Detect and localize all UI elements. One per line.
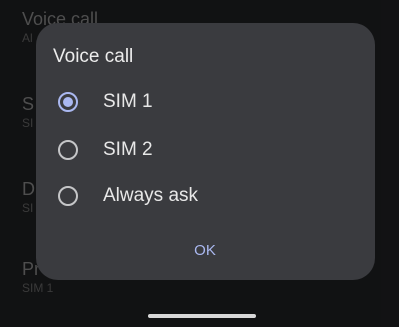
radio-dot — [63, 97, 73, 107]
option-label: SIM 1 — [103, 91, 153, 112]
option-always-ask[interactable]: Always ask — [36, 173, 375, 219]
option-label: Always ask — [103, 185, 199, 206]
dialog-title: Voice call — [53, 46, 134, 67]
option-label: SIM 2 — [103, 139, 153, 160]
radio-unselected-icon[interactable] — [58, 140, 78, 160]
option-sim-2[interactable]: SIM 2 — [36, 127, 375, 173]
ok-button[interactable]: OK — [176, 236, 234, 266]
navigation-handle[interactable] — [148, 314, 256, 318]
voice-call-dialog: Voice call SIM 1 SIM 2 Always ask OK — [36, 23, 375, 280]
radio-unselected-icon[interactable] — [58, 186, 78, 206]
radio-selected-icon[interactable] — [58, 92, 78, 112]
screen: Voice call Al S SI D SI Pr SIM 1 Voice c… — [0, 0, 399, 327]
option-sim-1[interactable]: SIM 1 — [36, 79, 375, 125]
